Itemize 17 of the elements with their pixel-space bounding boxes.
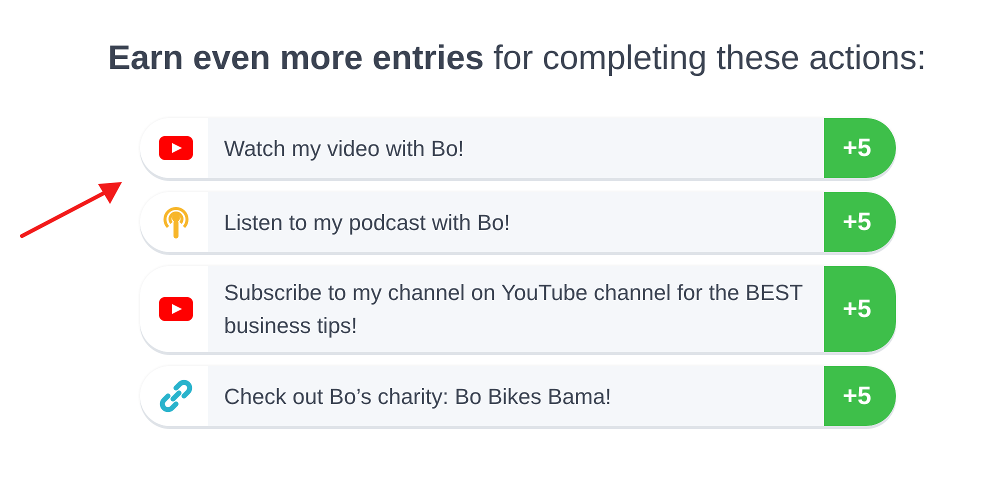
heading: Earn even more entries for completing these actions: (106, 38, 928, 79)
action-label: Subscribe to my channel on YouTube channel for the BEST business tips! (223, 279, 804, 340)
points-badge: +5 (824, 118, 896, 178)
action-row[interactable]: Listen to my podcast with Bo! +5 (140, 192, 896, 252)
action-row[interactable]: Subscribe to my channel on YouTube channel for the BEST business tips! +5 (140, 266, 896, 352)
action-label: Check out Bo’s charity: Bo Bikes Bama! (223, 382, 612, 411)
action-label: Listen to my podcast with Bo! (223, 208, 512, 237)
action-row[interactable]: Check out Bo’s charity: Bo Bikes Bama! +5 (140, 366, 896, 426)
points-badge: +5 (824, 192, 896, 252)
action-row[interactable]: Watch my video with Bo! +5 (140, 118, 896, 178)
play-icon (159, 136, 193, 160)
link-icon (159, 379, 193, 413)
points-badge: +5 (824, 366, 896, 426)
action-label: Watch my video with Bo! (223, 134, 466, 163)
points-badge: +5 (824, 266, 896, 352)
podcast-icon (161, 205, 191, 239)
play-icon (159, 297, 193, 321)
